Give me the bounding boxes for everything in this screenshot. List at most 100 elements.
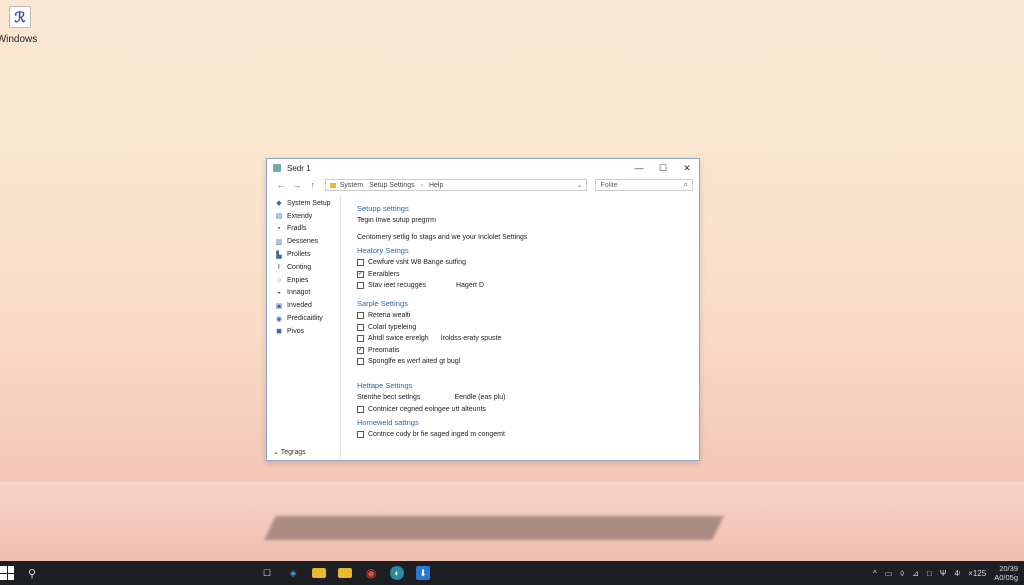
sidebar-item-label: Inveded: [287, 302, 312, 310]
sidebar-item-tegrags[interactable]: ⌄ Tegrags: [273, 448, 306, 456]
sidebar-item-label: Pivos: [287, 327, 305, 335]
checkbox-checked[interactable]: ✓: [357, 346, 364, 354]
checkbox[interactable]: [357, 282, 364, 290]
sidebar-item-inveded[interactable]: ▣ Inveded: [267, 299, 340, 312]
settings-window: Sedr 1 — ☐ ✕ ← → ↑ System Setup Settings…: [266, 158, 700, 461]
breadcrumb-help[interactable]: Help: [429, 182, 443, 189]
download-icon[interactable]: ⬇: [416, 566, 431, 580]
window-body: ◆ System Setup ▤ Extendy ▪ Fradls ▥ Dessenes…: [267, 195, 699, 460]
sidebar-item-fradls[interactable]: ▪ Fradls: [267, 223, 340, 236]
fradls-icon: ▪: [277, 225, 281, 233]
taskbar-apps: ☐ ◈ ▬ ▬ ◉ ◐ ⬇: [260, 566, 431, 580]
maximize-button[interactable]: ☐: [651, 163, 675, 174]
setting-label: Stenthe bect setlngs: [357, 394, 421, 402]
tray-display-icon[interactable]: □: [927, 569, 932, 578]
tray-language-icon[interactable]: 4ᵎ: [954, 569, 960, 578]
clock[interactable]: 20/39 A0/05g: [994, 564, 1018, 582]
checkbox[interactable]: [357, 335, 364, 343]
chevron-down-icon[interactable]: ⌄: [577, 181, 583, 189]
back-arrow-icon[interactable]: ←: [273, 180, 289, 190]
pivos-icon: ◼: [276, 328, 282, 336]
minimize-button[interactable]: —: [627, 163, 651, 173]
chrome-icon[interactable]: ◉: [364, 566, 378, 580]
sidebar-item-enpies[interactable]: ○ Enpies: [267, 274, 340, 287]
app-icon[interactable]: ◐: [390, 566, 405, 580]
option-row[interactable]: ✓ Preomatis: [357, 345, 699, 357]
option-row[interactable]: Stav ieet recugges Hagert D: [357, 280, 699, 292]
up-arrow-icon[interactable]: ↑: [305, 180, 321, 190]
option-label: Contrice cudy br fie saged inged m conge…: [368, 430, 505, 438]
sidebar-item-extendy[interactable]: ▤ Extendy: [267, 210, 340, 223]
breadcrumb-setup-settings[interactable]: Setup Settings: [369, 182, 415, 189]
option-value: Hagert D: [455, 282, 484, 290]
search-input[interactable]: Folite ⌕: [595, 179, 694, 191]
option-row[interactable]: Colarl typeleing: [357, 322, 699, 334]
clock-date: A0/05g: [994, 573, 1018, 582]
task-view-icon[interactable]: ☐: [260, 566, 274, 580]
sidebar-item-label: Predicaitlity: [287, 315, 323, 323]
app-icon: [273, 164, 281, 172]
edge-icon[interactable]: ◈: [286, 566, 300, 580]
search-icon[interactable]: ⌕: [684, 180, 688, 190]
forward-arrow-icon[interactable]: →: [289, 180, 305, 190]
sidebar-item-label: Fradls: [287, 225, 307, 233]
tray-volume-icon[interactable]: ⊿: [912, 569, 919, 578]
option-row[interactable]: Sponglfe es werf aited gt bugl: [357, 356, 699, 368]
checkbox[interactable]: [357, 358, 364, 366]
checkbox[interactable]: [357, 405, 364, 413]
system-setup-icon: ◆: [276, 200, 282, 208]
path-field[interactable]: System Setup Settings › Help ⌄: [324, 179, 588, 191]
settings-content: Setupp settings Tegin Inwe sutup pregrrm…: [341, 195, 699, 460]
checkbox[interactable]: [357, 259, 364, 267]
tray-zoom-label[interactable]: ×125: [968, 569, 986, 578]
setting-row[interactable]: Stenthe bect setlngs Eendle (eas plu): [357, 392, 699, 404]
description-text: Centomery setlig fo stags and we your In…: [357, 233, 528, 241]
tray-app-icon[interactable]: Ψ: [940, 569, 947, 578]
desktop-icon-windows[interactable]: ℛ Windows: [0, 6, 40, 45]
option-row[interactable]: Contrice cudy br fie saged inged m conge…: [357, 429, 699, 441]
option-label: Colarl typeleing: [368, 323, 417, 331]
title-bar[interactable]: Sedr 1 — ☐ ✕: [267, 159, 699, 177]
sidebar-item-label: Conting: [287, 263, 312, 271]
option-label: Preomatis: [368, 346, 400, 354]
option-row[interactable]: Contnicer cegned eolngee utt alteunts: [357, 404, 699, 416]
checkbox-checked[interactable]: ✓: [357, 270, 364, 278]
innagot-icon: ◒: [276, 289, 282, 297]
sidebar-item-innagot[interactable]: ◒ Innagot: [267, 287, 340, 300]
tray-battery-icon[interactable]: ▭: [885, 569, 893, 578]
window-title: Sedr 1: [287, 163, 311, 173]
sidebar-item-prollets[interactable]: ▙ Prollets: [267, 248, 340, 261]
checkbox[interactable]: [357, 430, 364, 438]
section-title: Sarple Settings: [357, 299, 408, 309]
sidebar-item-predicaitlity[interactable]: ◉ Predicaitlity: [267, 312, 340, 325]
option-label: Cewfure vsht W8 Bange sutfing: [368, 259, 467, 267]
option-row[interactable]: ✓ Eeraiblers: [357, 269, 699, 281]
sidebar-bottom-label: Tegrags: [280, 449, 306, 456]
conting-icon: ℓ: [277, 263, 281, 271]
window-shadow: [264, 516, 724, 540]
inveded-icon: ▣: [275, 302, 283, 310]
sidebar-item-system-setup[interactable]: ◆ System Setup: [267, 197, 340, 210]
file-explorer-icon[interactable]: ▬: [312, 568, 327, 578]
option-row[interactable]: Cewfure vsht W8 Bange sutfing: [357, 257, 699, 269]
tray-network-icon[interactable]: ◊: [900, 569, 904, 578]
system-tray: ^ ▭ ◊ ⊿ □ Ψ 4ᵎ ×125 20/39 A0/05g: [873, 564, 1024, 582]
sidebar-item-pivos[interactable]: ◼ Pivos: [267, 325, 340, 338]
sidebar-item-dessenes[interactable]: ▥ Dessenes: [267, 235, 340, 248]
search-icon[interactable]: ⚲: [28, 567, 36, 580]
prollets-icon: ▙: [276, 251, 282, 259]
address-bar: ← → ↑ System Setup Settings › Help ⌄ Fol…: [267, 177, 699, 193]
dessenes-icon: ▥: [275, 238, 283, 246]
checkbox[interactable]: [357, 312, 364, 320]
start-button[interactable]: [0, 566, 14, 580]
sidebar-item-conting[interactable]: ℓ Conting: [267, 261, 340, 274]
checkbox[interactable]: [357, 323, 364, 331]
option-label: Stav ieet recugges: [368, 282, 426, 290]
close-button[interactable]: ✕: [675, 163, 699, 174]
option-row[interactable]: Ahtdl swice enrelgh Iroldss eraty spuste: [357, 333, 699, 345]
folder-icon[interactable]: ▬: [338, 568, 353, 578]
option-label: Reteria wealti: [368, 312, 411, 320]
tray-chevron-icon[interactable]: ^: [873, 569, 877, 578]
breadcrumb-system[interactable]: System: [340, 182, 363, 189]
option-row[interactable]: Reteria wealti: [357, 310, 699, 322]
